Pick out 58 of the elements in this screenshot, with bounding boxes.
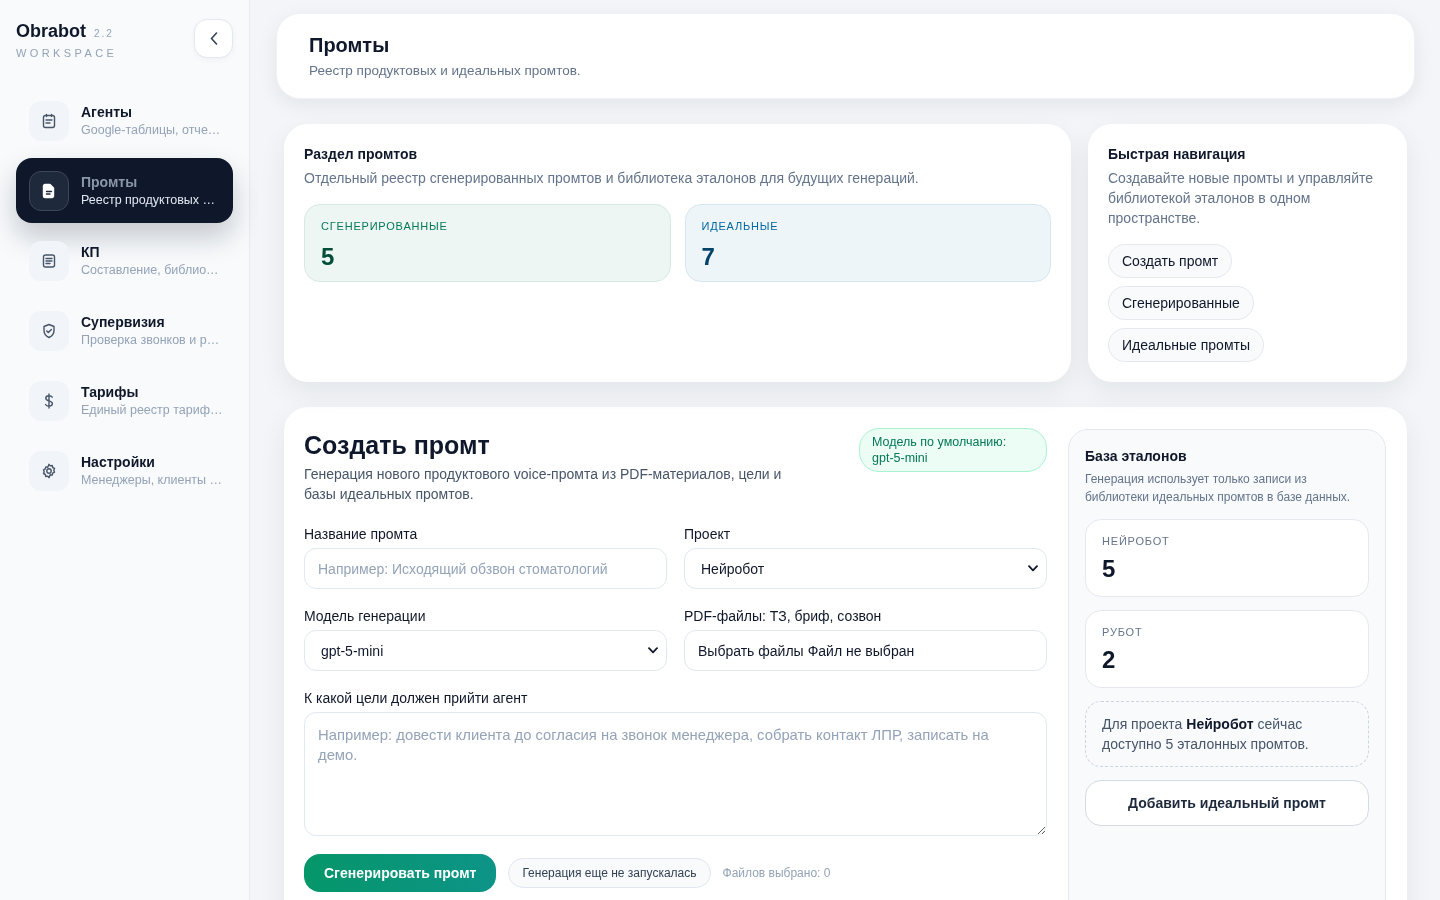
chevron-down-icon	[648, 647, 658, 654]
stat-value: 2	[1102, 646, 1116, 674]
card-title: Раздел промтов	[304, 145, 419, 164]
chevron-down-icon	[1028, 565, 1038, 572]
sidebar-item[interactable]: Супервизия Проверка звонков и р…	[16, 298, 233, 363]
field-label: Проект	[684, 525, 731, 544]
field-label: Название промта	[304, 525, 418, 544]
chevron-left-icon	[209, 32, 218, 45]
stat-label: НЕЙРОБОТ	[1102, 534, 1170, 549]
project-note: Для проекта Нейробот сейчас доступно 5 эталонных промтов.	[1085, 701, 1369, 767]
text-input[interactable]: Например: Исходящий обзвон стоматологий	[304, 548, 667, 589]
version-label: 2.2	[94, 28, 114, 39]
stat-value: 7	[701, 243, 715, 271]
card-title: Быстрая навигация	[1108, 145, 1247, 164]
form-description: Генерация нового продуктового voice-промта из PDF-материалов, цели и базы идеальных промтов.	[304, 465, 783, 504]
clipboard-icon	[29, 100, 69, 141]
stat-label: СГЕНЕРИРОВАННЫЕ	[321, 219, 448, 234]
settings-icon	[29, 450, 69, 491]
shield-check-icon	[29, 310, 69, 351]
document-icon	[29, 170, 69, 211]
notes-icon	[29, 240, 69, 281]
stat-value: 5	[321, 243, 335, 271]
select-field[interactable]: gpt-5-mini	[304, 630, 667, 671]
card-description: Отдельный реестр сгенерированных промтов и библиотека эталонов для будущих генераций.	[304, 169, 920, 188]
generate-prompt-button[interactable]: Сгенерировать промт	[304, 854, 497, 892]
sidebar-item[interactable]: Агенты Google-таблицы, отче…	[16, 88, 233, 153]
goal-textarea[interactable]: Например: довести клиента до согласия на звонок менеджера, собрать контакт ЛПР, записать на демо.	[304, 712, 1047, 836]
field-label: К какой цели должен прийти агент	[304, 689, 528, 708]
generation-status-badge: Генерация еще не запускалась	[508, 858, 711, 888]
stat-label: РУБОТ	[1102, 625, 1143, 640]
quick-nav-button[interactable]: Сгенерированные	[1108, 286, 1254, 320]
file-status-text: Файл не выбран	[807, 642, 915, 659]
select-field[interactable]: Нейробот	[684, 548, 1047, 589]
default-model-badge: Модель по умолчанию: gpt-5-mini	[859, 428, 1047, 472]
brand-name: Obrabot	[16, 20, 86, 42]
page-subtitle: Реестр продуктовых и идеальных промтов.	[309, 62, 582, 80]
sidebar-item[interactable]: КП Составление, библио…	[16, 228, 233, 293]
page-title: Промты	[309, 33, 391, 57]
quick-nav-button[interactable]: Идеальные промты	[1108, 328, 1264, 362]
panel-description: Генерация использует только записи из библиотеки идеальных промтов в базе данных.	[1085, 471, 1352, 506]
field-label: Модель генерации	[304, 607, 426, 626]
sidebar-item[interactable]: Промты Реестр продуктовых …	[16, 158, 233, 223]
stat-value: 5	[1102, 555, 1116, 583]
panel-title: База эталонов	[1085, 447, 1188, 466]
card-description: Создавайте новые промты и управляйте библиотекой эталонов в одном пространстве.	[1108, 169, 1375, 228]
dollar-icon	[29, 380, 69, 421]
choose-files-button[interactable]: Выбрать файлы	[698, 642, 804, 659]
add-ideal-prompt-button[interactable]: Добавить идеальный промт	[1085, 780, 1369, 826]
field-label: PDF-файлы: ТЗ, бриф, созвон	[684, 607, 882, 626]
stat-label: ИДЕАЛЬНЫЕ	[701, 219, 779, 234]
collapse-sidebar-button[interactable]	[194, 19, 233, 58]
files-count-text: Файлов выбрано: 0	[722, 866, 831, 880]
quick-nav-button[interactable]: Создать промт	[1108, 244, 1233, 278]
sidebar-item[interactable]: Тарифы Единый реестр тариф…	[16, 368, 233, 433]
form-title: Создать промт	[304, 430, 491, 460]
workspace-label: WORKSPACE	[16, 46, 118, 61]
file-input-field[interactable]: Выбрать файлы Файл не выбран	[684, 630, 1047, 671]
sidebar-item[interactable]: Настройки Менеджеры, клиенты …	[16, 438, 233, 503]
